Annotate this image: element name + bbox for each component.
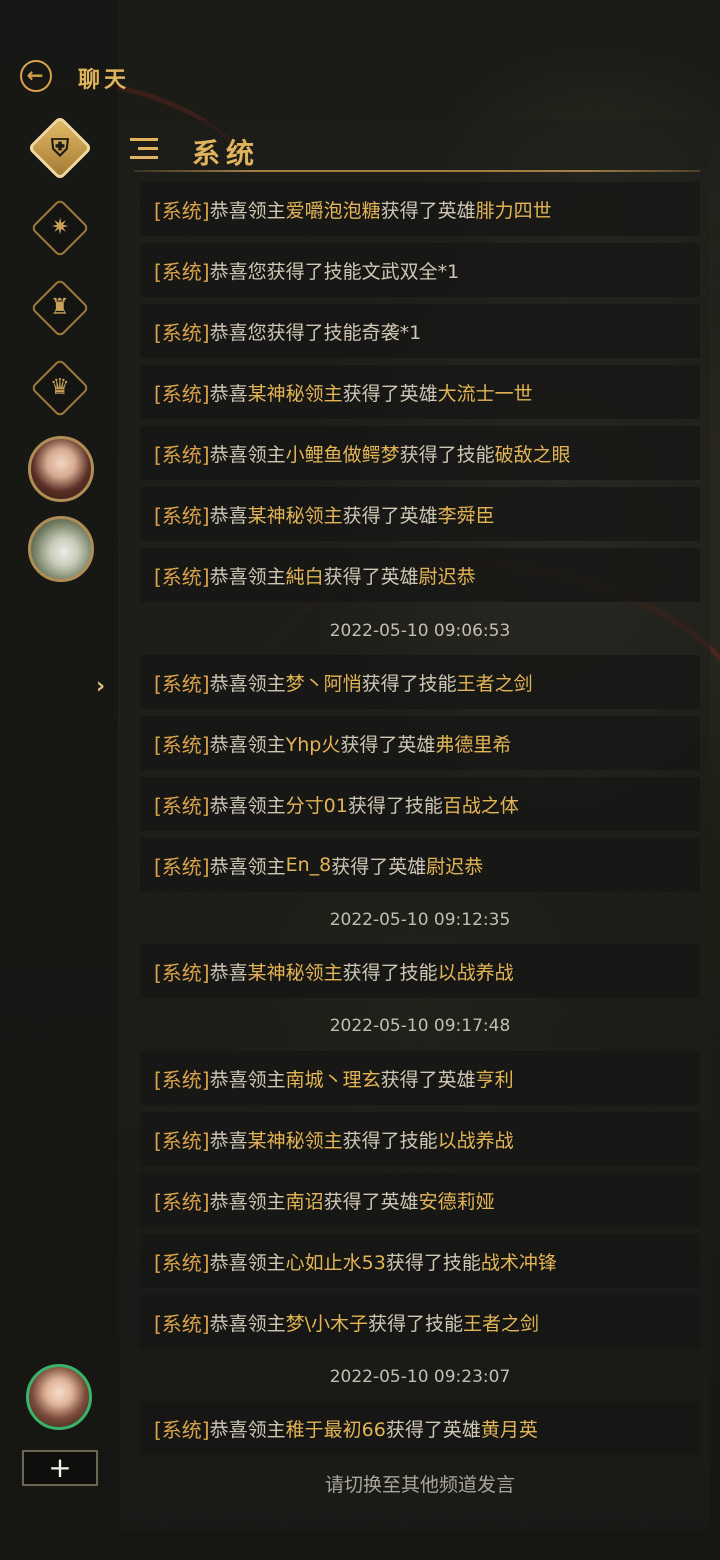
chat-message[interactable]: [系统] 恭喜您获得了技能文武双全*1 [140,243,700,297]
chat-message[interactable]: [系统] 恭喜领主 南诏 获得了英雄 安德莉娅 [140,1173,700,1227]
channel-header: 系统 [126,126,706,176]
crest-icon: ♛ [30,358,90,418]
rail-tab-kingdom[interactable]: ♛ [30,358,90,418]
chat-message[interactable]: [系统] 恭喜 某神秘领主 获得了技能 以战养战 [140,1112,700,1166]
top-bar: ← 聊天 [0,52,720,100]
add-button[interactable]: + [22,1450,98,1486]
chat-message[interactable]: [系统] 恭喜领主 心如止水53 获得了技能 战术冲锋 [140,1234,700,1288]
rail-tab-private-avatar[interactable] [28,436,94,502]
guild-icon: ⛨ [27,115,93,181]
chat-message[interactable]: [系统] 恭喜领主 稚于最初66 获得了英雄 黄月英 [140,1401,700,1455]
chevron-right-icon[interactable]: › [96,674,105,699]
chat-message[interactable]: [系统] 恭喜领主 南城丶理玄 获得了英雄 亨利 [140,1051,700,1105]
chat-message[interactable]: [系统] 恭喜领主 梦丶阿悄 获得了技能 王者之剑 [140,655,700,709]
channel-title: 系统 [192,137,261,170]
rail-tab-alliance[interactable]: ♜ [30,278,90,338]
castle-icon: ♜ [30,278,90,338]
chat-message[interactable]: [系统] 恭喜领主 小鲤鱼做鳄梦 获得了技能 破敌之眼 [140,426,700,480]
chat-message[interactable]: [系统] 恭喜领主 爱嚼泡泡糖 获得了英雄 腓力四世 [140,182,700,236]
timestamp: 2022-05-10 09:23:07 [329,1367,511,1387]
rail-tab-world[interactable]: ✷ [30,198,90,258]
back-arrow-icon[interactable]: ← [20,60,52,92]
menu-collapse-icon[interactable] [130,138,158,160]
timestamp: 2022-05-10 09:12:35 [329,910,511,930]
chat-message[interactable]: [系统] 恭喜您获得了技能奇袭*1 [140,304,700,358]
timestamp: 2022-05-10 09:06:53 [329,621,511,641]
chat-message[interactable]: [系统] 恭喜 某神秘领主 获得了技能 以战养战 [140,944,700,998]
chat-message[interactable]: [系统] 恭喜领主 En_8 获得了英雄 尉迟恭 [140,838,700,892]
user-avatar[interactable] [26,1364,92,1430]
chat-message[interactable]: [系统] 恭喜领主 分寸01 获得了技能 百战之体 [140,777,700,831]
chat-message[interactable]: [系统] 恭喜 某神秘领主 获得了英雄 李舜臣 [140,487,700,541]
page-title: 聊天 [78,68,131,93]
timestamp: 2022-05-10 09:17:48 [329,1016,511,1036]
switch-channel-notice: 请切换至其他频道发言 [324,1474,515,1496]
rail-tab-private-avatar[interactable] [28,516,94,582]
rail-tab-guild[interactable]: ⛨ [27,115,93,181]
chat-message[interactable]: [系统] 恭喜 某神秘领主 获得了英雄 大流士一世 [140,365,700,419]
divider [134,170,700,172]
chat-message[interactable]: [系统] 恭喜领主 梦\小木子 获得了技能 王者之剑 [140,1295,700,1349]
compass-icon: ✷ [30,198,90,258]
chat-message[interactable]: [系统] 恭喜领主 純白 获得了英雄 尉迟恭 [140,548,700,602]
chat-message[interactable]: [系统] 恭喜领主 Yhp火 获得了英雄 弗德里希 [140,716,700,770]
